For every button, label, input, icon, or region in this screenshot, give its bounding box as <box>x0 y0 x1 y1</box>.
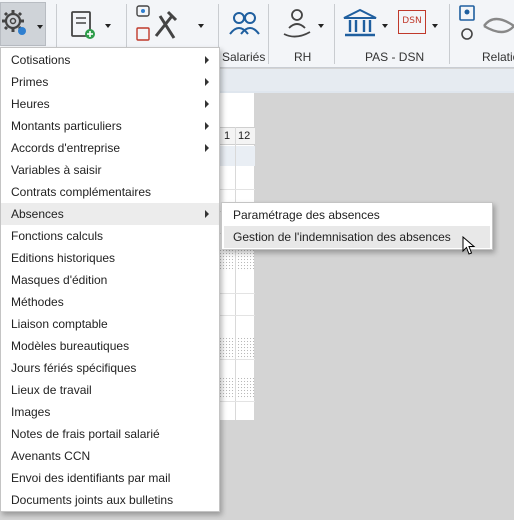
menu-item-label: Primes <box>11 75 49 89</box>
group-label-rh: RH <box>294 50 312 64</box>
book-add-icon <box>71 11 95 39</box>
menu-item[interactable]: Lieux de travail <box>1 379 219 401</box>
gear-icon <box>2 10 26 35</box>
menu-item-label: Avenants CCN <box>11 449 91 463</box>
chevron-down-icon <box>198 24 204 28</box>
menu-item-label: Modèles bureautiques <box>11 339 130 353</box>
chevron-right-icon <box>205 210 209 218</box>
relations-button[interactable] <box>456 4 514 46</box>
menu-item[interactable]: Montants particuliers <box>1 115 219 137</box>
grid-line <box>235 127 236 420</box>
menu-item[interactable]: Masques d'édition <box>1 269 219 291</box>
menu-item-label: Contrats complémentaires <box>11 185 152 199</box>
menu-item[interactable]: Contrats complémentaires <box>1 181 219 203</box>
menu-item-label: Variables à saisir <box>11 163 102 177</box>
users-icon <box>229 12 260 35</box>
chevron-down-icon <box>37 25 43 29</box>
chevron-down-icon <box>318 24 324 28</box>
submenu-item[interactable]: Gestion de l'indemnisation des absences <box>224 226 490 248</box>
mouse-cursor-icon <box>462 236 476 255</box>
menu-item[interactable]: Documents joints aux bulletins <box>1 489 219 511</box>
pas-button[interactable] <box>340 4 392 44</box>
menu-item[interactable]: Modèles bureautiques <box>1 335 219 357</box>
submenu-item[interactable]: Paramétrage des absences <box>222 204 492 226</box>
chevron-down-icon <box>382 24 388 28</box>
menu-item[interactable]: Jours fériés spécifiques <box>1 357 219 379</box>
group-label-salaries: Salariés <box>222 50 266 64</box>
contacts-icon <box>459 5 514 40</box>
employees-button[interactable] <box>222 4 266 44</box>
menu-item[interactable]: Avenants CCN <box>1 445 219 467</box>
menu-item-label: Editions historiques <box>11 251 116 265</box>
menu-item-label: Montants particuliers <box>11 119 122 133</box>
menu-item[interactable]: Cotisations <box>1 49 219 71</box>
menu-item-label: Envoi des identifiants par mail <box>11 471 171 485</box>
tools-icon <box>136 5 178 41</box>
menu-item-label: Lieux de travail <box>11 383 92 397</box>
group-label-relations: Relatio <box>482 50 514 64</box>
submenu-item-label: Gestion de l'indemnisation des absences <box>233 230 451 244</box>
menu-item[interactable]: Fonctions calculs <box>1 225 219 247</box>
menu-item[interactable]: Variables à saisir <box>1 159 219 181</box>
dsn-button[interactable]: DSN <box>396 4 442 44</box>
chevron-right-icon <box>205 100 209 108</box>
bank-icon <box>343 8 377 37</box>
menu-item-label: Masques d'édition <box>11 273 108 287</box>
column-number: 12 <box>238 130 251 142</box>
menu-item[interactable]: Images <box>1 401 219 423</box>
hr-person-hand-icon <box>283 9 311 38</box>
chevron-right-icon <box>205 56 209 64</box>
menu-item[interactable]: Envoi des identifiants par mail <box>1 467 219 489</box>
menu-item-label: Jours fériés spécifiques <box>11 361 137 375</box>
menu-item-label: Méthodes <box>11 295 64 309</box>
menu-item[interactable]: Heures <box>1 93 219 115</box>
chevron-down-icon <box>105 24 111 28</box>
separator <box>449 4 450 64</box>
menu-item-label: Images <box>11 405 51 419</box>
chevron-right-icon <box>205 78 209 86</box>
menu-item[interactable]: Editions historiques <box>1 247 219 269</box>
menu-item-label: Cotisations <box>11 53 71 67</box>
chevron-right-icon <box>205 122 209 130</box>
menu-item-label: Absences <box>11 207 64 221</box>
separator <box>268 4 269 64</box>
absences-submenu: Paramétrage des absences Gestion de l'ind… <box>221 202 493 250</box>
menu-item[interactable]: Méthodes <box>1 291 219 313</box>
column-number: 1 <box>224 130 231 142</box>
menu-item-label: Fonctions calculs <box>11 229 104 243</box>
settings-menu-button[interactable] <box>0 2 46 46</box>
menu-item[interactable]: Liaison comptable <box>1 313 219 335</box>
settings-dropdown-menu: Cotisations Primes Heures Montants particul… <box>0 47 220 512</box>
separator <box>334 4 335 64</box>
hr-button[interactable] <box>278 4 328 44</box>
tools-button[interactable] <box>132 2 212 46</box>
menu-item-label: Accords d'entreprise <box>11 141 121 155</box>
menu-item[interactable]: Primes <box>1 71 219 93</box>
group-label-pas-dsn: PAS - DSN <box>365 50 425 64</box>
menu-item-label: Documents joints aux bulletins <box>11 493 174 507</box>
chevron-down-icon <box>432 24 438 28</box>
menu-item[interactable]: Accords d'entreprise <box>1 137 219 159</box>
menu-item-label: Heures <box>11 97 50 111</box>
dsn-icon: DSN <box>398 10 426 34</box>
menu-item[interactable]: Absences <box>1 203 219 225</box>
submenu-item-label: Paramétrage des absences <box>233 208 380 222</box>
documents-button[interactable] <box>64 4 116 46</box>
menu-item[interactable]: Notes de frais portail salarié <box>1 423 219 445</box>
menu-item-label: Liaison comptable <box>11 317 108 331</box>
chevron-right-icon <box>205 144 209 152</box>
menu-item-label: Notes de frais portail salarié <box>11 427 160 441</box>
